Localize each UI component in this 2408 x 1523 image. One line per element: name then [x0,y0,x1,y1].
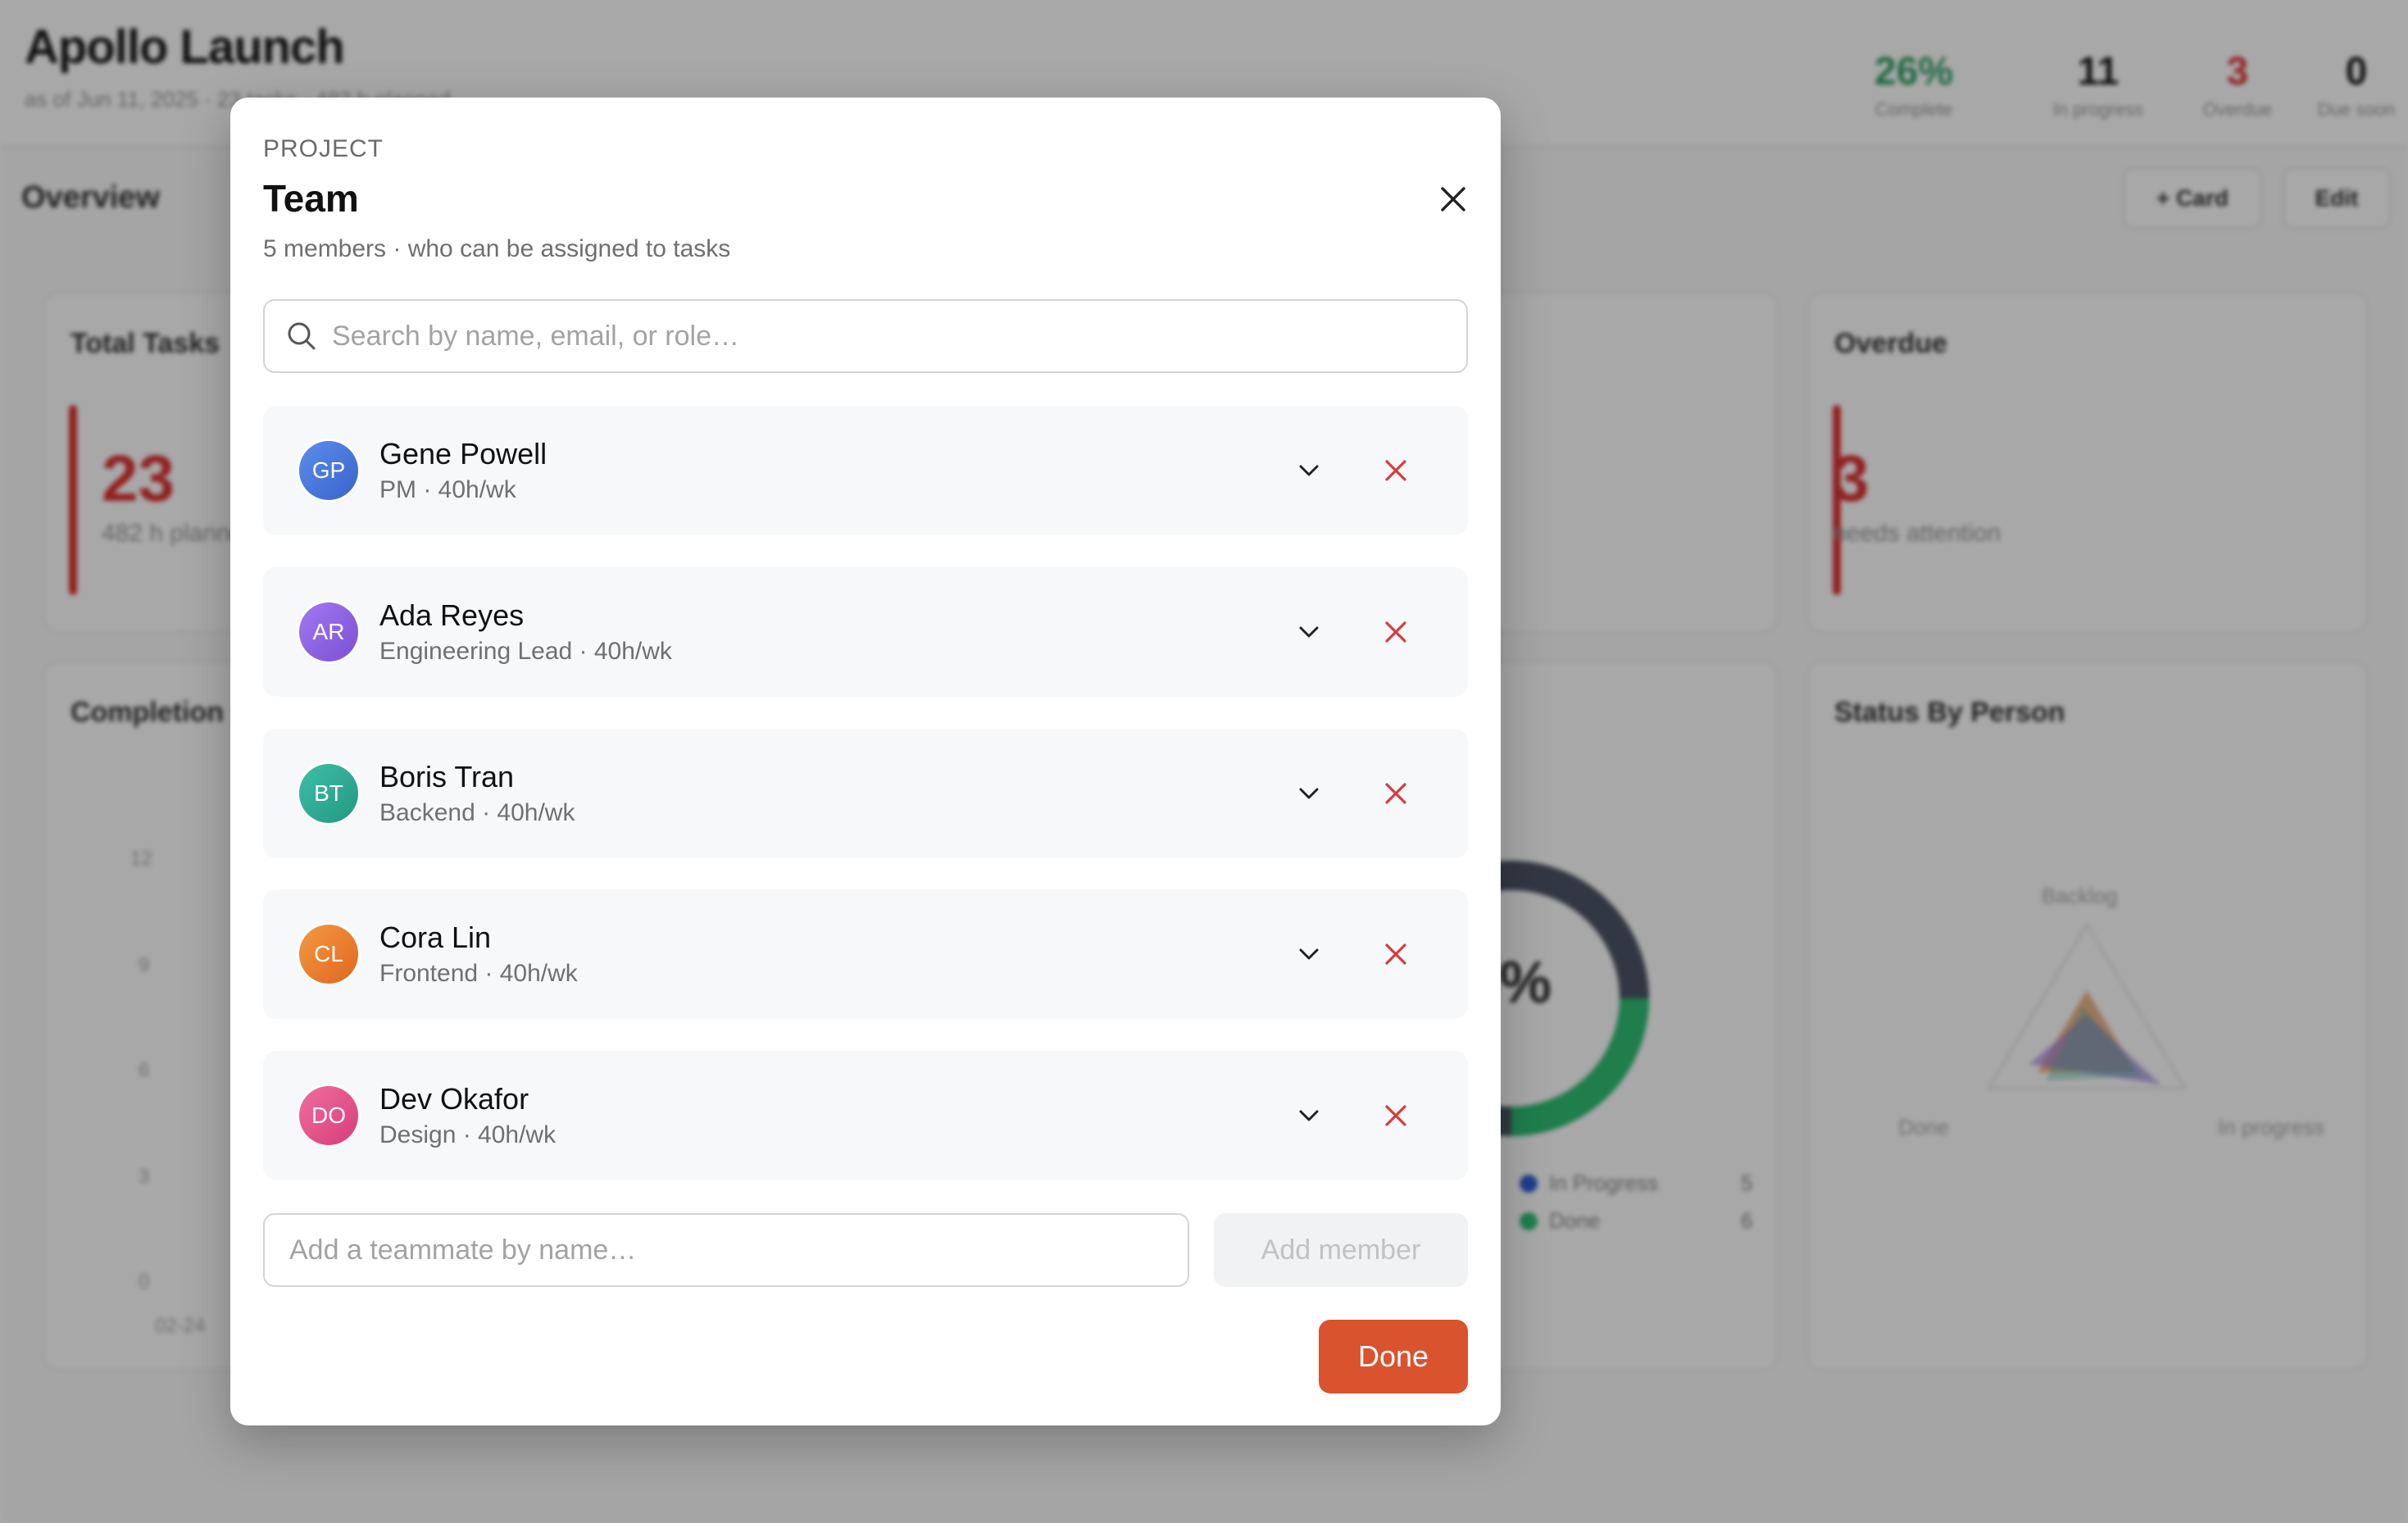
member-name: Cora Lin [379,921,492,954]
role-dropdown-button[interactable] [1288,449,1330,492]
close-icon [1441,187,1465,211]
member-row: DO Dev Okafor Design · 40h/wk [263,1051,1468,1180]
remove-member-button[interactable] [1374,933,1417,975]
remove-icon [1385,460,1406,481]
chevron-down-icon [1299,465,1319,476]
avatar: BT [299,764,358,823]
remove-icon [1385,783,1406,804]
done-button[interactable]: Done [1319,1320,1468,1393]
avatar: CL [299,925,358,984]
add-teammate-input[interactable] [263,1213,1189,1287]
member-row: CL Cora Lin Frontend · 40h/wk [263,889,1468,1019]
modal-title: Team [263,177,359,220]
remove-member-button[interactable] [1374,772,1417,815]
role-dropdown-button[interactable] [1288,611,1330,653]
team-modal: PROJECT Team 5 members · who can be assi… [230,98,1501,1425]
remove-icon [1385,1105,1406,1126]
remove-icon [1385,621,1406,643]
modal-subtitle: 5 members · who can be assigned to tasks [263,235,731,262]
avatar: DO [299,1086,358,1145]
member-name: Ada Reyes [379,598,525,632]
role-dropdown-button[interactable] [1288,933,1330,975]
member-name: Boris Tran [379,760,515,793]
avatar: GP [299,441,358,500]
avatar: AR [299,602,358,661]
search-icon [288,322,316,350]
modal-eyebrow: PROJECT [263,135,384,162]
member-role: PM · 40h/wk [379,476,516,503]
member-name: Gene Powell [379,437,547,471]
member-role: Frontend · 40h/wk [379,960,578,987]
remove-icon [1385,943,1406,965]
close-button[interactable] [1430,176,1476,222]
chevron-down-icon [1299,1110,1319,1121]
chevron-down-icon [1299,948,1319,960]
member-row: AR Ada Reyes Engineering Lead · 40h/wk [263,567,1468,697]
search-input[interactable] [332,320,1397,352]
add-member-button[interactable]: Add member [1214,1213,1468,1287]
member-row: GP Gene Powell PM · 40h/wk [263,406,1468,535]
role-dropdown-button[interactable] [1288,1094,1330,1137]
member-search [263,299,1468,373]
member-name: Dev Okafor [379,1082,529,1116]
chevron-down-icon [1299,626,1319,638]
remove-member-button[interactable] [1374,449,1417,492]
role-dropdown-button[interactable] [1288,772,1330,815]
member-row: BT Boris Tran Backend · 40h/wk [263,729,1468,858]
member-role: Backend · 40h/wk [379,799,575,826]
member-role: Design · 40h/wk [379,1121,557,1148]
remove-member-button[interactable] [1374,1094,1417,1137]
member-role: Engineering Lead · 40h/wk [379,638,672,665]
chevron-down-icon [1299,788,1319,799]
remove-member-button[interactable] [1374,611,1417,653]
